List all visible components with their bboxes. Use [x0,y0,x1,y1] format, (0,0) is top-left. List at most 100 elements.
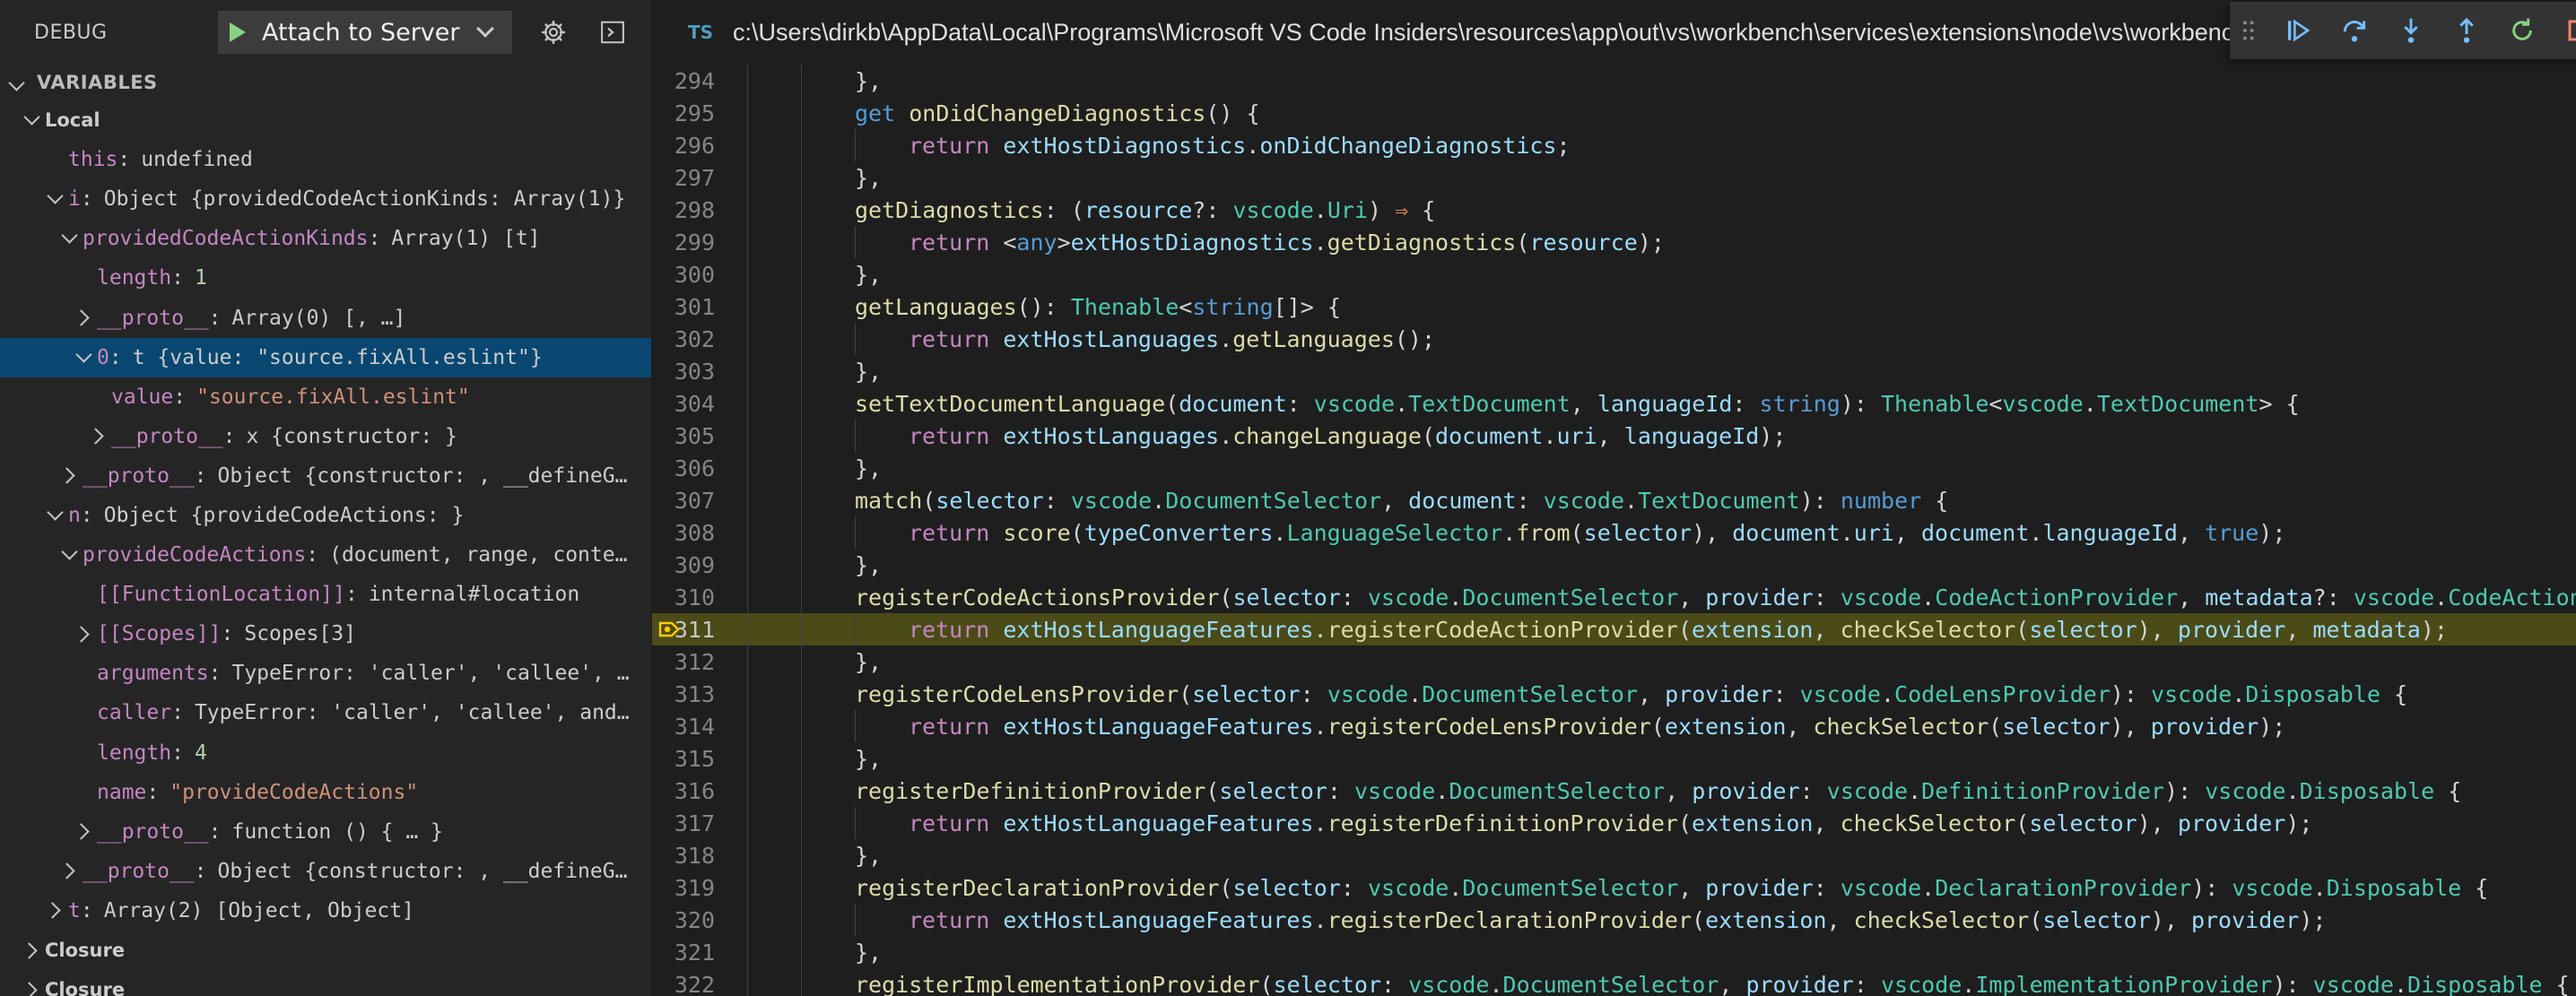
variable-value: Object {constructor: , __defineG… [217,859,628,883]
code-text: }, [855,843,882,869]
chevron-right-icon[interactable] [70,626,97,643]
variable-row[interactable]: __proto__: Array(0) [, …] [0,298,651,337]
code-token: : [1340,874,1368,901]
code-token: . [1921,874,1936,901]
stop-button[interactable] [2560,11,2576,50]
code-token: extHostLanguageFeatures [1003,810,1314,836]
code-token: ); [2258,713,2286,740]
variable-row[interactable]: arguments: TypeError: 'caller', 'callee',… [0,654,651,693]
start-debugging-icon[interactable] [230,22,246,42]
code-line[interactable]: 314 return extHostLanguageFeatures.regist… [652,710,2576,742]
scope-section[interactable]: Local [0,100,651,140]
chevron-down-icon[interactable] [56,543,83,560]
indent-guide [747,871,748,904]
step-over-button[interactable] [2336,11,2373,50]
code-token: document [1408,487,1517,514]
code-line[interactable]: 312}, [652,645,2576,678]
code-line[interactable]: 306}, [652,452,2576,484]
chevron-right-icon[interactable] [18,941,45,959]
breakpoint-stackframe-icon[interactable] [657,618,681,641]
code-line[interactable]: 320 return extHostLanguageFeatures.regist… [652,904,2576,936]
code-line[interactable]: 300}, [652,258,2576,290]
variable-row[interactable]: 0: t {value: "source.fixAll.eslint"} [0,337,651,377]
code-token: return [909,229,1004,255]
code-line[interactable]: 322 registerImplementationProvider(select… [652,968,2576,996]
variable-row[interactable]: n: Object {provideCodeActions: } [0,496,651,535]
code-line[interactable]: 316 registerDefinitionProvider(selector: … [652,775,2576,807]
code-line[interactable]: 309}, [652,549,2576,581]
step-out-button[interactable] [2448,11,2485,50]
code-line[interactable]: 321}, [652,936,2576,968]
code-editor[interactable]: 294}, 295 get onDidChangeDiagnostics() {29… [652,65,2576,996]
code-token: , [1826,906,1854,933]
code-line[interactable]: 302 return extHostLanguages.getLanguages(… [652,323,2576,355]
variable-row[interactable]: this: undefined [0,140,651,179]
variable-name: value [111,385,174,409]
variable-row[interactable]: name: "provideCodeActions" [0,773,651,812]
open-launch-json-button[interactable] [535,14,571,50]
code-line[interactable]: 303}, [652,355,2576,387]
chevron-down-icon[interactable] [56,227,83,245]
code-line[interactable]: 305 return extHostLanguages.changeLanguag… [652,420,2576,452]
code-token: match [855,487,923,514]
chevron-right-icon[interactable] [70,309,97,326]
code-token: resource [1529,229,1638,255]
chevron-right-icon[interactable] [56,862,83,880]
code-line[interactable]: 315}, [652,742,2576,775]
chevron-down-icon[interactable] [41,504,68,521]
code-line[interactable]: 318}, [652,839,2576,871]
code-line[interactable]: 295 get onDidChangeDiagnostics() { [652,97,2576,129]
chevron-right-icon[interactable] [18,981,45,996]
step-into-button[interactable] [2391,11,2429,50]
chevron-down-icon[interactable] [18,108,45,126]
variable-row[interactable]: length:4 [0,733,651,773]
variables-section-header[interactable]: VARIABLES [0,65,651,100]
code-line[interactable]: 313 registerCodeLensProvider(selector: vs… [652,678,2576,710]
code-line[interactable]: 297}, [652,161,2576,194]
variable-row[interactable]: length:1 [0,258,651,298]
code-line[interactable]: 307 match(selector: vscode.DocumentSelect… [652,484,2576,516]
debug-console-button[interactable] [595,14,631,50]
chevron-down-icon[interactable] [41,187,68,204]
code-token: Thenable [1070,293,1179,320]
drag-grip-icon[interactable] [2242,19,2255,42]
variable-row[interactable]: value: "source.fixAll.eslint" [0,377,651,417]
variable-row[interactable]: __proto__: x {constructor: } [0,417,651,456]
variable-row[interactable]: __proto__: function () { … } [0,812,651,852]
variable-row[interactable]: [[Scopes]]: Scopes[3] [0,614,651,654]
variable-row[interactable]: providedCodeActionKinds: Array(1) [t] [0,219,651,258]
code-token: CodeActionProvider [1935,584,2179,611]
scope-section[interactable]: Closure [0,931,651,970]
code-text: }, [855,552,882,578]
variable-row[interactable]: [[FunctionLocation]]: internal#location [0,575,651,614]
code-line[interactable]: 310 registerCodeActionsProvider(selector:… [652,581,2576,613]
current-execution-line[interactable]: 311 return extHostLanguageFeatures.regist… [652,613,2576,645]
chevron-right-icon[interactable] [41,902,68,920]
restart-button[interactable] [2503,11,2541,50]
code-line[interactable]: 308 return score(typeConverters.LanguageS… [652,516,2576,549]
variable-row[interactable]: __proto__: Object {constructor: , __defin… [0,852,651,891]
chevron-down-icon[interactable] [70,345,97,363]
variable-row[interactable]: __proto__: Object {constructor: , __defin… [0,456,651,496]
variable-row[interactable]: t: Array(2) [Object, Object] [0,891,651,931]
code-line[interactable]: 299 return <any>extHostDiagnostics.getDia… [652,226,2576,258]
code-line[interactable]: 294}, [652,65,2576,97]
variable-row[interactable]: provideCodeActions: (document, range, con… [0,535,651,575]
debug-view-title: DEBUG [34,21,108,44]
code-line[interactable]: 304 setTextDocumentLanguage(document: vsc… [652,387,2576,420]
code-line[interactable]: 317 return extHostLanguageFeatures.regist… [652,807,2576,839]
code-line[interactable]: 301 getLanguages(): Thenable<string[]> { [652,290,2576,323]
scope-section[interactable]: Closure [0,970,651,996]
chevron-right-icon[interactable] [84,428,111,445]
launch-configuration-dropdown[interactable]: Attach to Server [218,11,512,54]
continue-button[interactable] [2280,11,2318,50]
chevron-right-icon[interactable] [70,823,97,840]
code-token: vscode [2002,390,2084,417]
variable-row[interactable]: i: Object {providedCodeActionKinds: Array… [0,179,651,219]
variable-row[interactable]: caller: TypeError: 'caller', 'callee', an… [0,693,651,732]
code-line[interactable]: 296 return extHostDiagnostics.onDidChange… [652,129,2576,161]
code-line[interactable]: 319 registerDeclarationProvider(selector:… [652,871,2576,904]
chevron-right-icon[interactable] [56,467,83,485]
code-token: . [1246,132,1260,159]
code-line[interactable]: 298 getDiagnostics: (resource?: vscode.Ur… [652,194,2576,226]
